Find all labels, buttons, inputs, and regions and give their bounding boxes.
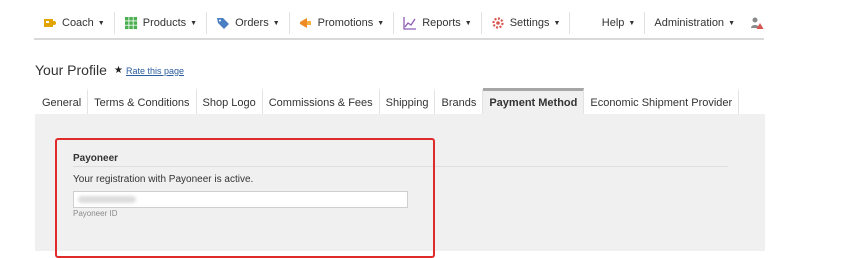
tab-general[interactable]: General <box>36 88 89 114</box>
profile-tabs: General Terms & Conditions Shop Logo Com… <box>36 88 740 114</box>
nav-orders-label: Orders <box>235 17 269 29</box>
tab-terms-conditions[interactable]: Terms & Conditions <box>88 88 197 114</box>
nav-promotions[interactable]: Promotions ▼ <box>290 12 395 34</box>
chart-icon <box>403 16 417 30</box>
rate-this-page[interactable]: ★ Rate this page <box>114 65 184 76</box>
nav-settings-label: Settings <box>509 17 550 29</box>
nav-help-label: Help <box>601 17 625 29</box>
chevron-down-icon: ▼ <box>190 19 198 27</box>
chevron-down-icon: ▼ <box>628 19 636 27</box>
coach-icon <box>43 16 57 30</box>
nav-settings[interactable]: Settings ▼ <box>482 12 571 34</box>
nav-products-label: Products <box>142 17 187 29</box>
chevron-down-icon: ▼ <box>553 19 561 27</box>
tab-commissions-fees[interactable]: Commissions & Fees <box>263 88 380 114</box>
page-title: Your Profile <box>35 62 107 78</box>
tab-payment-method[interactable]: Payment Method <box>483 88 585 114</box>
gear-icon <box>491 16 505 30</box>
nav-reports[interactable]: Reports ▼ <box>394 12 482 34</box>
user-alert-icon[interactable] <box>750 16 764 30</box>
nav-coach-label: Coach <box>62 17 94 29</box>
megaphone-icon <box>299 16 313 30</box>
grid-icon <box>124 16 138 30</box>
nav-orders[interactable]: Orders ▼ <box>207 12 290 34</box>
tab-economic-shipment-provider[interactable]: Economic Shipment Provider <box>584 88 740 114</box>
nav-reports-label: Reports <box>422 17 461 29</box>
tab-brands[interactable]: Brands <box>435 88 484 114</box>
nav-right: Help ▼ Administration ▼ <box>593 12 764 34</box>
star-icon: ★ <box>114 65 123 76</box>
chevron-down-icon: ▼ <box>728 19 735 27</box>
chevron-down-icon: ▼ <box>272 19 280 27</box>
nav-coach[interactable]: Coach ▼ <box>34 12 115 34</box>
nav-help[interactable]: Help ▼ <box>593 12 645 34</box>
nav-promotions-label: Promotions <box>317 17 374 29</box>
highlight-annotation-box <box>55 138 435 258</box>
chevron-down-icon: ▼ <box>464 19 472 27</box>
rate-this-page-link[interactable]: Rate this page <box>126 66 184 76</box>
chevron-down-icon: ▼ <box>377 19 385 27</box>
nav-administration-label: Administration <box>654 17 725 29</box>
nav-administration[interactable]: Administration ▼ <box>644 12 744 34</box>
tag-icon <box>216 16 230 30</box>
tab-shop-logo[interactable]: Shop Logo <box>197 88 263 114</box>
top-navigation: Coach ▼ Products ▼ Orders ▼ Promotions ▼… <box>34 8 764 40</box>
chevron-down-icon: ▼ <box>97 19 105 27</box>
nav-products[interactable]: Products ▼ <box>115 12 208 34</box>
tab-shipping[interactable]: Shipping <box>380 88 436 114</box>
